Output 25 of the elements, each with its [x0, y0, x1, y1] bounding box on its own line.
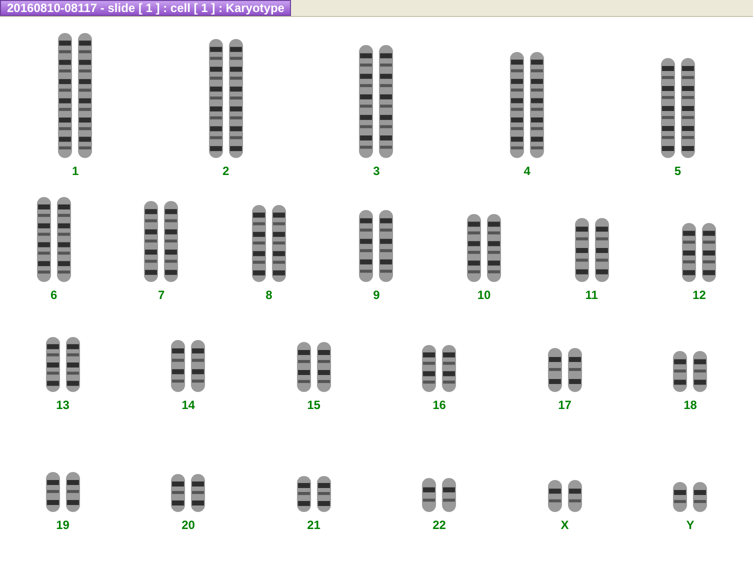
chromosome-label: 15	[307, 397, 320, 414]
chromosome-label: 16	[432, 397, 446, 414]
chromosome-label: 14	[182, 397, 195, 414]
chromosome-label: 13	[56, 397, 70, 414]
chromosome-label: 12	[692, 287, 706, 304]
chromosome-label: 1	[72, 163, 79, 180]
chromosome-label: 22	[432, 517, 446, 534]
chromosome-label: 9	[373, 287, 380, 304]
chromosome-label: X	[560, 517, 569, 534]
chromosome-label: Y	[686, 517, 694, 534]
chromosome-label: 6	[50, 287, 58, 304]
chromosome-label: 10	[477, 287, 491, 304]
chromosome-label: 17	[558, 397, 572, 414]
chromosome-label: 18	[684, 397, 697, 414]
chromosome-label: 19	[56, 517, 70, 534]
chromosome-label: 5	[674, 163, 682, 180]
chromosome-label: 3	[373, 163, 380, 180]
window-title: 20160810-08117 - slide [ 1 ] : cell [ 1 ] : Karyotype	[0, 0, 292, 16]
chromosome-label: 11	[585, 287, 598, 304]
chromosome-label: 8	[266, 287, 272, 304]
chromosome-label: 2	[222, 163, 230, 180]
chromosome-label: 21	[307, 517, 320, 534]
chromosome-label: 7	[158, 287, 165, 304]
chromosome-label: 20	[182, 517, 195, 534]
chromosome-label: 4	[524, 163, 530, 180]
